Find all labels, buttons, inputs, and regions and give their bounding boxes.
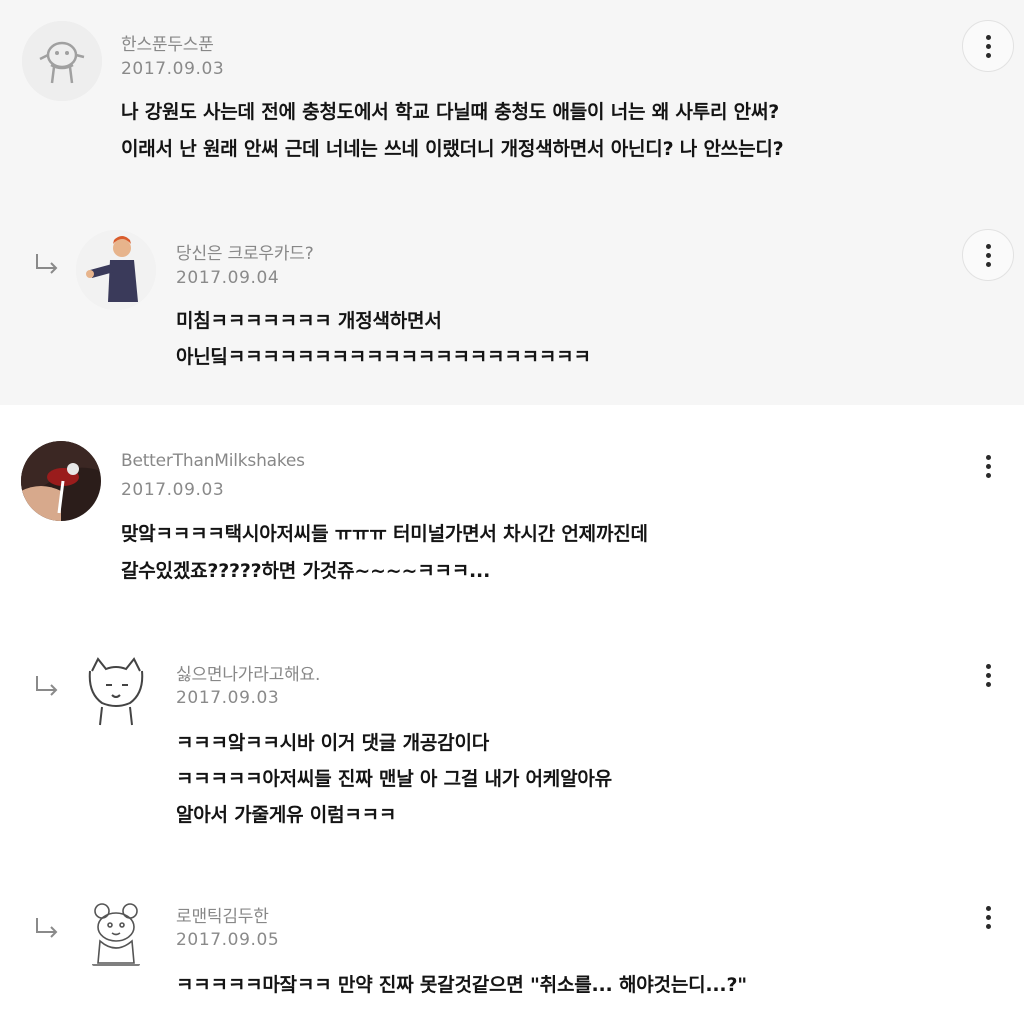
comment-date: 2017.09.05 — [176, 930, 280, 950]
comment-text-line: 아닌딬ㅋㅋㅋㅋㅋㅋㅋㅋㅋㅋㅋㅋㅋㅋㅋㅋㅋㅋㅋㅋㅋ — [176, 346, 591, 368]
comment-date: 2017.09.03 — [121, 59, 225, 79]
comment-text-line: ㅋㅋㅋㅋㅋ마잨ㅋㅋ 만약 진짜 못갈것같으면 "취소를... 해야것는디...?… — [176, 974, 747, 996]
comment-text-line: 갈수있겠죠?????하면 가것쥬~~~~ㅋㅋㅋ... — [121, 560, 491, 582]
comment-text-line: 나 강원도 사는데 전에 충청도에서 학교 다닐때 충청도 애들이 너는 왜 사… — [121, 101, 780, 123]
more-options-button[interactable] — [962, 649, 1014, 701]
comment-text-line: 맞앜ㅋㅋㅋㅋ택시아저씨들 ㅠㅠㅠ 터미널가면서 차시간 언제까진데 — [121, 523, 648, 545]
reply-arrow-icon — [34, 252, 60, 274]
reply-arrow-icon — [34, 916, 60, 938]
comment-text-line: ㅋㅋㅋ앜ㅋㅋ시바 이거 댓글 개공감이다 — [176, 732, 490, 754]
comment-text-line: 미침ㅋㅋㅋㅋㅋㅋㅋ 개정색하면서 — [176, 310, 442, 332]
comment-author[interactable]: 당신은 크로우카드? — [176, 239, 314, 264]
more-options-button[interactable] — [962, 440, 1014, 492]
more-options-button[interactable] — [962, 229, 1014, 281]
more-vertical-icon — [985, 454, 991, 478]
more-vertical-icon — [985, 663, 991, 687]
comment-author[interactable]: BetterThanMilkshakes — [121, 451, 305, 471]
more-options-button[interactable] — [962, 20, 1014, 72]
comment-author[interactable]: 싫으면나가라고해요. — [176, 660, 320, 685]
cartoon-cat-avatar-icon[interactable] — [76, 651, 156, 731]
comment-text-line: ㅋㅋㅋㅋㅋ아저씨들 진짜 맨날 아 그걸 내가 어케알아유 — [176, 768, 612, 790]
comment-date: 2017.09.03 — [176, 688, 280, 708]
comment-date: 2017.09.04 — [176, 268, 280, 288]
more-vertical-icon — [985, 34, 991, 58]
more-options-button[interactable] — [962, 891, 1014, 943]
more-vertical-icon — [985, 243, 991, 267]
comment-text-line: 알아서 가줄게유 이럼ㅋㅋㅋ — [176, 804, 397, 826]
reply-arrow-icon — [34, 674, 60, 696]
mascot-avatar-icon[interactable] — [22, 21, 102, 101]
more-vertical-icon — [985, 905, 991, 929]
sketch-bear-avatar-icon[interactable] — [76, 893, 156, 973]
person-photo-avatar-icon[interactable] — [76, 230, 156, 310]
comment-date: 2017.09.03 — [121, 480, 225, 500]
comment-text-line: 이래서 난 원래 안써 근데 너네는 쓰네 이랬더니 개정색하면서 아닌디? 나… — [121, 138, 784, 160]
comment-author[interactable]: 한스푼두스푼 — [121, 30, 214, 55]
lips-photo-avatar-icon[interactable] — [21, 441, 101, 521]
comment-author[interactable]: 로맨틱김두한 — [176, 902, 269, 927]
